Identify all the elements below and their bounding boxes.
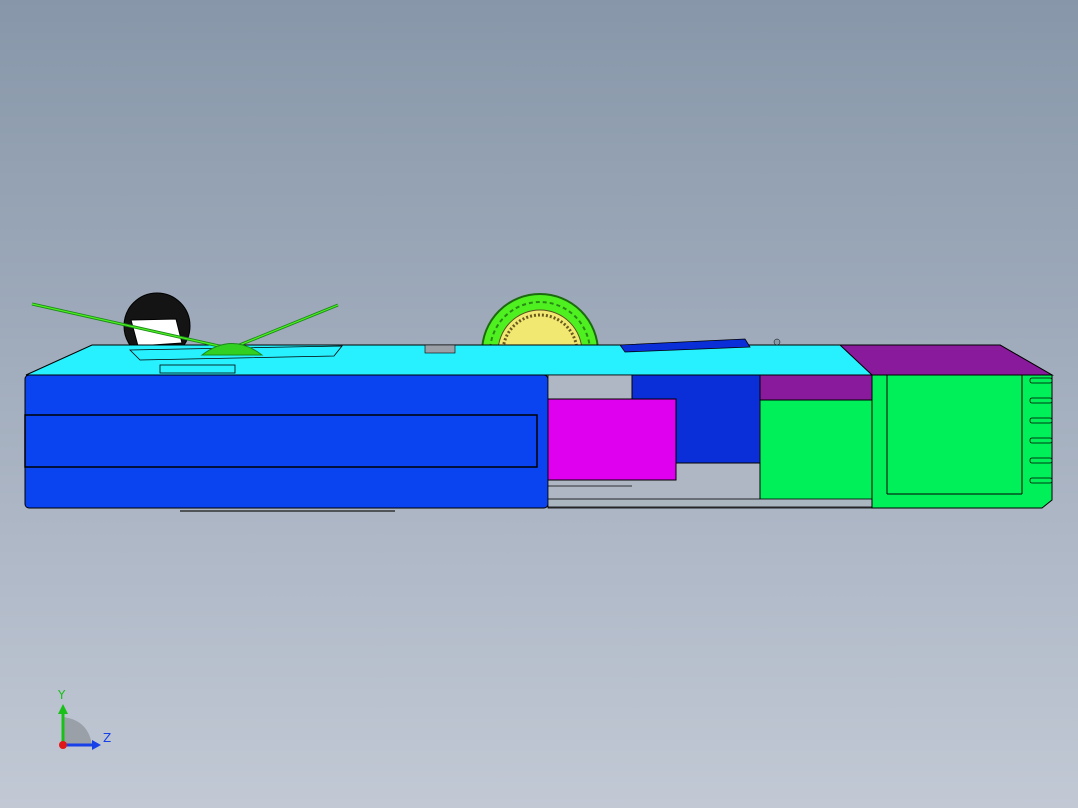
- bottom-rail: [547, 498, 874, 508]
- front-blue-panel[interactable]: [24, 374, 549, 512]
- assembly-model[interactable]: [0, 0, 1078, 808]
- purple-module: [759, 374, 873, 401]
- deck-pin: [773, 338, 781, 346]
- z-axis-label: Z: [103, 731, 112, 745]
- green-module: [759, 399, 873, 501]
- purple-top-panel: [838, 344, 1054, 376]
- rear-green-block[interactable]: [871, 374, 1053, 509]
- y-axis-label: Y: [58, 688, 66, 702]
- middle-compartment[interactable]: [547, 374, 874, 509]
- panel-groove: [24, 414, 538, 468]
- deck-bracket: [424, 344, 456, 354]
- deck-slot: [159, 364, 236, 374]
- 3d-viewport[interactable]: Y Z: [0, 0, 1078, 808]
- magenta-module: [547, 398, 677, 481]
